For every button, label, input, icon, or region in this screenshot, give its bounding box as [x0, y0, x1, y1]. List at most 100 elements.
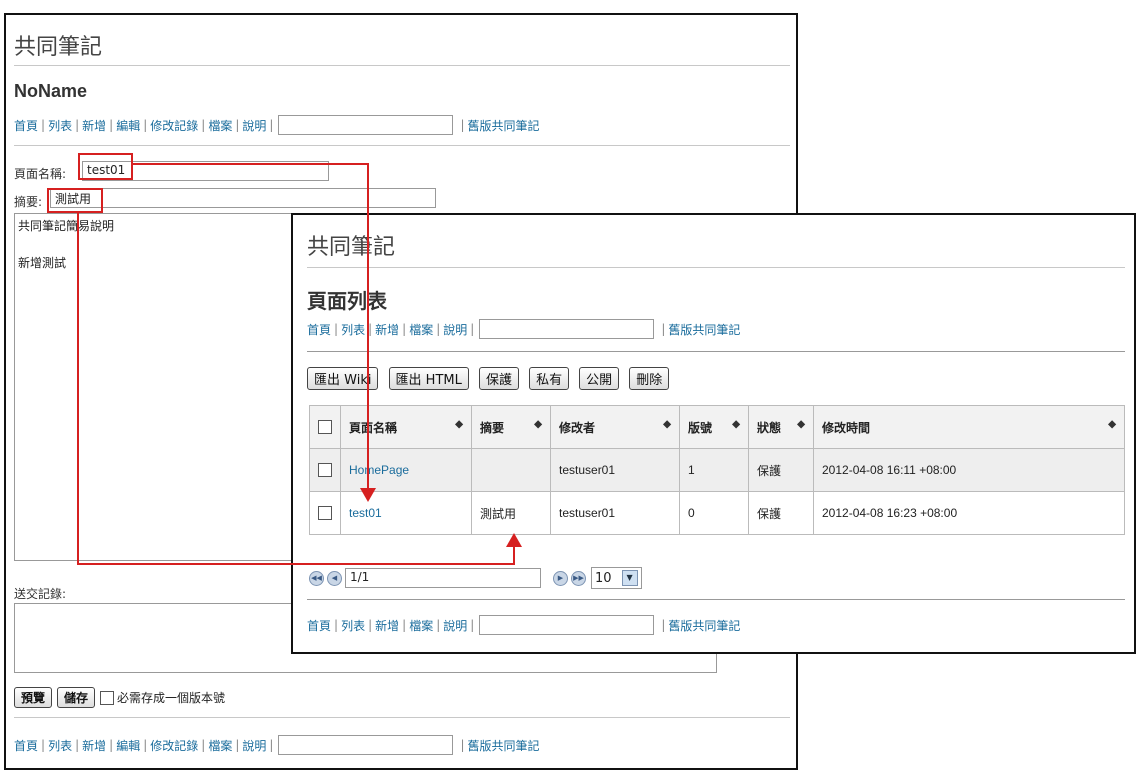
sort-icon: ◆ — [534, 418, 542, 430]
divider — [307, 267, 1125, 268]
nav-edit[interactable]: 編輯 — [116, 737, 140, 754]
cell-time: 2012-04-08 16:11 +08:00 — [813, 448, 1125, 492]
protect-button[interactable]: 保護 — [478, 367, 519, 390]
version-checkbox[interactable] — [100, 690, 115, 705]
nav-new[interactable]: 新增 — [375, 617, 399, 634]
search-input[interactable] — [278, 115, 454, 135]
sort-icon: ◆ — [455, 418, 463, 430]
annotation-line — [367, 163, 369, 493]
chevron-down-icon: ▼ — [621, 570, 638, 586]
search-input[interactable] — [479, 319, 655, 339]
nav-home[interactable]: 首頁 — [14, 737, 38, 754]
next-page-icon[interactable]: ▶ — [553, 570, 568, 586]
select-all-checkbox[interactable] — [318, 420, 332, 435]
nav-new[interactable]: 新增 — [82, 737, 106, 754]
highlight-page-name — [78, 153, 133, 180]
version-checkbox-label: 必需存成一個版本號 — [117, 691, 226, 705]
page-number-input[interactable]: 1/1 — [345, 568, 541, 588]
select-all-cell — [309, 405, 341, 449]
last-page-icon[interactable]: ▶▶ — [571, 570, 586, 586]
table-row[interactable]: HomePage testuser01 1 保護 2012-04-08 16:1… — [309, 448, 1125, 492]
nav-help[interactable]: 說明 — [443, 321, 467, 338]
first-page-icon[interactable]: ◀◀ — [309, 570, 324, 586]
cell-summary — [471, 448, 551, 492]
annotation-line — [77, 563, 515, 565]
editor-actions: 預覽 儲存 必需存成一個版本號 — [14, 687, 225, 708]
nav-home[interactable]: 首頁 — [14, 117, 38, 134]
divider — [307, 351, 1125, 352]
nav-new[interactable]: 新增 — [82, 117, 106, 134]
cell-version: 0 — [679, 491, 749, 535]
page-table: 頁面名稱 ◆ 摘要 ◆ 修改者 ◆ 版號 ◆ 狀態 ◆ 修改時間 ◆ HomePage te… — [309, 405, 1125, 535]
nav-files[interactable]: 檔案 — [208, 737, 232, 754]
page-list-window: 共同筆記 頁面列表 首頁 | 列表 | 新增 | 檔案 | 說明 | | 舊版共同筆記 匯… — [291, 213, 1136, 654]
old-version-link[interactable]: 舊版共同筆記 — [467, 117, 539, 134]
page-title: NoName — [14, 81, 88, 101]
page-link[interactable]: test01 — [349, 506, 382, 520]
nav-files[interactable]: 檔案 — [409, 617, 433, 634]
annotation-line — [513, 545, 515, 565]
search-input[interactable] — [278, 735, 454, 755]
arrow-up-icon — [506, 533, 522, 547]
page-size-value: 10 — [595, 570, 612, 586]
page-title: 頁面列表 — [307, 291, 387, 313]
top-nav: 首頁 | 列表 | 新增 | 檔案 | 說明 | | 舊版共同筆記 — [307, 319, 740, 339]
summary-label: 摘要: — [14, 195, 43, 209]
divider — [14, 717, 790, 718]
divider — [14, 65, 790, 66]
nav-list[interactable]: 列表 — [48, 117, 72, 134]
column-header-name[interactable]: 頁面名稱 ◆ — [340, 405, 472, 449]
arrow-down-icon — [360, 488, 376, 502]
nav-help[interactable]: 說明 — [242, 737, 266, 754]
preview-button[interactable]: 預覽 — [14, 687, 53, 708]
prev-page-icon[interactable]: ◀ — [327, 570, 342, 586]
column-header-status[interactable]: 狀態 ◆ — [748, 405, 814, 449]
old-version-link[interactable]: 舊版共同筆記 — [668, 617, 740, 634]
search-input[interactable] — [479, 615, 655, 635]
divider — [14, 145, 790, 146]
old-version-link[interactable]: 舊版共同筆記 — [668, 321, 740, 338]
nav-history[interactable]: 修改記錄 — [150, 737, 198, 754]
column-header-time[interactable]: 修改時間 ◆ — [813, 405, 1125, 449]
highlight-summary — [47, 188, 103, 213]
nav-list[interactable]: 列表 — [48, 737, 72, 754]
nav-help[interactable]: 說明 — [242, 117, 266, 134]
column-header-version[interactable]: 版號 ◆ — [679, 405, 749, 449]
pager: ◀◀ ◀ 1/1 ▶ ▶▶ 10 ▼ — [309, 567, 642, 589]
table-row[interactable]: test01 測試用 testuser01 0 保護 2012-04-08 16… — [309, 491, 1125, 535]
sort-icon: ◆ — [663, 418, 671, 430]
sort-icon: ◆ — [732, 418, 740, 430]
cell-version: 1 — [679, 448, 749, 492]
nav-history[interactable]: 修改記錄 — [150, 117, 198, 134]
sort-icon: ◆ — [797, 418, 805, 430]
old-version-link[interactable]: 舊版共同筆記 — [467, 737, 539, 754]
nav-help[interactable]: 說明 — [443, 617, 467, 634]
private-button[interactable]: 私有 — [529, 367, 570, 390]
nav-list[interactable]: 列表 — [341, 617, 365, 634]
nav-home[interactable]: 首頁 — [307, 617, 331, 634]
summary-input[interactable]: 測試用 — [50, 188, 436, 208]
nav-files[interactable]: 檔案 — [208, 117, 232, 134]
commit-label: 送交記錄: — [14, 587, 67, 601]
row-checkbox[interactable] — [318, 506, 332, 521]
delete-button[interactable]: 刪除 — [629, 367, 670, 390]
row-checkbox[interactable] — [318, 463, 332, 478]
nav-files[interactable]: 檔案 — [409, 321, 433, 338]
nav-home[interactable]: 首頁 — [307, 321, 331, 338]
page-name-label: 頁面名稱: — [14, 167, 67, 181]
top-nav: 首頁 | 列表 | 新增 | 編輯 | 修改記錄 | 檔案 | 說明 | | 舊版共同筆記 — [14, 115, 540, 135]
column-header-summary[interactable]: 摘要 ◆ — [471, 405, 551, 449]
public-button[interactable]: 公開 — [579, 367, 620, 390]
page-size-select[interactable]: 10 ▼ — [591, 567, 642, 589]
table-header: 頁面名稱 ◆ 摘要 ◆ 修改者 ◆ 版號 ◆ 狀態 ◆ 修改時間 ◆ — [309, 405, 1125, 449]
nav-list[interactable]: 列表 — [341, 321, 365, 338]
export-html-button[interactable]: 匯出 HTML — [388, 367, 469, 390]
divider — [307, 599, 1125, 600]
page-link[interactable]: HomePage — [349, 463, 409, 477]
column-header-editor[interactable]: 修改者 ◆ — [550, 405, 680, 449]
list-toolbar: 匯出 Wiki 匯出 HTML 保護 私有 公開 刪除 — [307, 367, 674, 390]
save-button[interactable]: 儲存 — [57, 687, 96, 708]
cell-time: 2012-04-08 16:23 +08:00 — [813, 491, 1125, 535]
nav-edit[interactable]: 編輯 — [116, 117, 140, 134]
nav-new[interactable]: 新增 — [375, 321, 399, 338]
